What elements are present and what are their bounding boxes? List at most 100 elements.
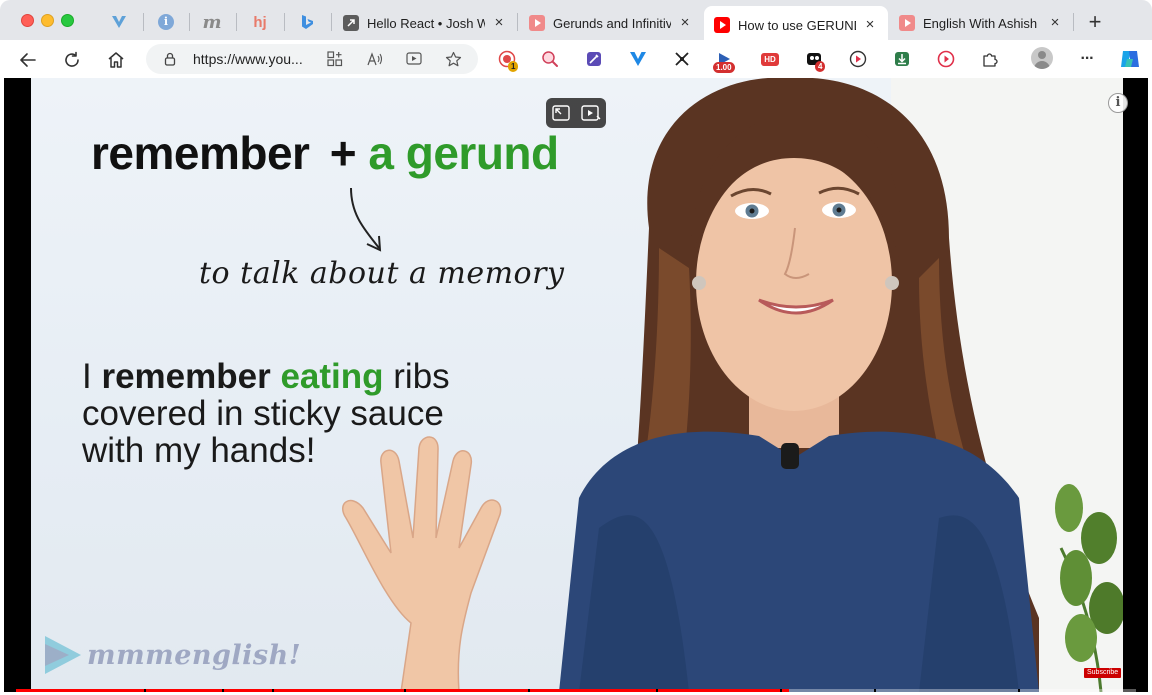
info-icon: i [158, 14, 174, 30]
tab-close-button[interactable]: × [677, 15, 693, 31]
example-line-2: covered in sticky sauce [82, 394, 444, 433]
home-icon [108, 52, 124, 68]
chapter-marker [780, 689, 782, 692]
extension-screen-recorder[interactable]: 1 [498, 50, 519, 72]
copilot-button[interactable] [1118, 47, 1142, 71]
tab-english-with-ashish[interactable]: English With Ashish - × [889, 6, 1073, 40]
pen-icon [587, 52, 601, 66]
tab-separator [236, 13, 237, 31]
hd-icon: HD [761, 52, 779, 66]
puzzle-piece-icon [983, 53, 998, 67]
plant-decoration [1055, 484, 1123, 692]
close-window-button[interactable] [21, 14, 34, 27]
copilot-icon [1121, 51, 1139, 67]
video-picture-in-picture-icon[interactable] [405, 50, 423, 68]
heading-verb: remember [91, 127, 310, 179]
minimize-window-button[interactable] [41, 14, 54, 27]
brand-play-icon [45, 636, 81, 674]
extension-hd[interactable]: HD [761, 50, 779, 68]
pinned-tab-hj[interactable]: hj [249, 11, 271, 33]
video-overlay-controls [546, 98, 606, 128]
slide-heading: remember + a gerund [91, 126, 559, 180]
tab-title: English With Ashish - [923, 15, 1041, 31]
pinned-tab-vuetify[interactable] [108, 11, 130, 33]
address-bar[interactable]: https://www.you... [146, 44, 478, 74]
extension-badge: 1 [508, 61, 519, 72]
hj-icon: hj [253, 13, 267, 31]
youtube-icon [899, 15, 915, 31]
exit-pip-icon[interactable] [551, 105, 570, 121]
vuetify-icon [630, 52, 646, 66]
example-start: I [82, 357, 92, 396]
vuetify-icon [112, 16, 126, 28]
tab-separator [143, 13, 144, 31]
favorite-star-icon[interactable] [444, 50, 462, 68]
extension-playback-speed[interactable]: 1.00 [713, 50, 735, 73]
video-camera-icon [849, 50, 867, 68]
play-circle-icon [937, 50, 955, 68]
tab-gerunds-infinitives[interactable]: Gerunds and Infinitive × [519, 6, 703, 40]
curved-arrow-icon [350, 187, 382, 252]
profile-avatar[interactable] [1031, 47, 1053, 69]
lock-icon [164, 52, 176, 66]
chapter-marker [874, 689, 876, 692]
brand-logo-text: mmmenglish! [87, 639, 302, 671]
magnifier-icon [542, 51, 558, 67]
tab-title: Gerunds and Infinitive [553, 15, 671, 31]
extension-pen[interactable] [585, 50, 603, 68]
info-button[interactable]: i [1108, 93, 1128, 113]
tab-separator [189, 13, 190, 31]
tab-hello-react[interactable]: Hello React • Josh W × [333, 6, 517, 40]
pip-play-icon[interactable] [580, 105, 601, 121]
example-sentence: I remember eating ribs covered in sticky… [82, 358, 450, 469]
tab-close-button[interactable]: × [491, 15, 507, 31]
maximize-window-button[interactable] [61, 14, 74, 27]
tab-title: Hello React • Josh W [367, 15, 485, 31]
tab-separator [517, 13, 518, 31]
apps-icon[interactable] [326, 50, 344, 68]
m-icon: m [202, 11, 222, 33]
tab-separator [1073, 13, 1074, 31]
tab-close-button[interactable]: × [862, 17, 878, 33]
tab-strip: i m hj Hello React • Josh W × Gerunds an… [0, 0, 1152, 44]
chapter-marker [528, 689, 530, 692]
url-text[interactable]: https://www.you... [193, 51, 303, 67]
back-arrow-icon [20, 53, 36, 67]
tab-how-to-use-gerunds[interactable]: How to use GERUNDS × [704, 6, 888, 44]
extension-video-recorder[interactable] [849, 50, 867, 68]
reload-button[interactable] [61, 49, 83, 71]
chapter-marker [144, 689, 146, 692]
extension-counter[interactable]: 4 [805, 50, 826, 72]
pinned-tab-bing[interactable] [296, 11, 318, 33]
pinned-tab-m[interactable]: m [201, 11, 223, 33]
example-gerund: eating [280, 357, 384, 396]
arrows-icon [675, 52, 689, 66]
settings-more-button[interactable]: ··· [1078, 50, 1096, 68]
extension-download[interactable] [893, 50, 911, 68]
video-progress-bar[interactable] [16, 689, 1136, 692]
bing-icon [302, 15, 313, 29]
new-tab-button[interactable]: + [1085, 11, 1105, 33]
reload-icon [65, 51, 79, 67]
video-player[interactable]: remember + a gerund to talk about a memo… [4, 78, 1148, 692]
chapter-marker [222, 689, 224, 692]
more-dots-icon: ··· [1080, 50, 1095, 67]
read-aloud-icon[interactable] [366, 50, 384, 68]
extension-vuetify[interactable] [629, 50, 647, 68]
pinned-tab-info[interactable]: i [155, 11, 177, 33]
extension-cross-arrows[interactable] [673, 50, 691, 68]
slide-note: to talk about a memory [199, 256, 565, 291]
chapter-marker [1018, 689, 1020, 692]
chapter-marker [404, 689, 406, 692]
example-line-3: with my hands! [82, 431, 316, 470]
extension-youtube-player[interactable] [937, 50, 955, 68]
extension-zoom-search[interactable] [541, 50, 559, 68]
heading-object: a gerund [368, 127, 559, 179]
tab-close-button[interactable]: × [1047, 15, 1063, 31]
extensions-menu-button[interactable] [981, 50, 999, 68]
tab-separator [331, 13, 332, 31]
home-button[interactable] [105, 49, 127, 71]
youtube-icon [714, 17, 730, 33]
back-button[interactable] [17, 49, 39, 71]
subscribe-watermark[interactable]: Subscribe [1084, 668, 1122, 678]
